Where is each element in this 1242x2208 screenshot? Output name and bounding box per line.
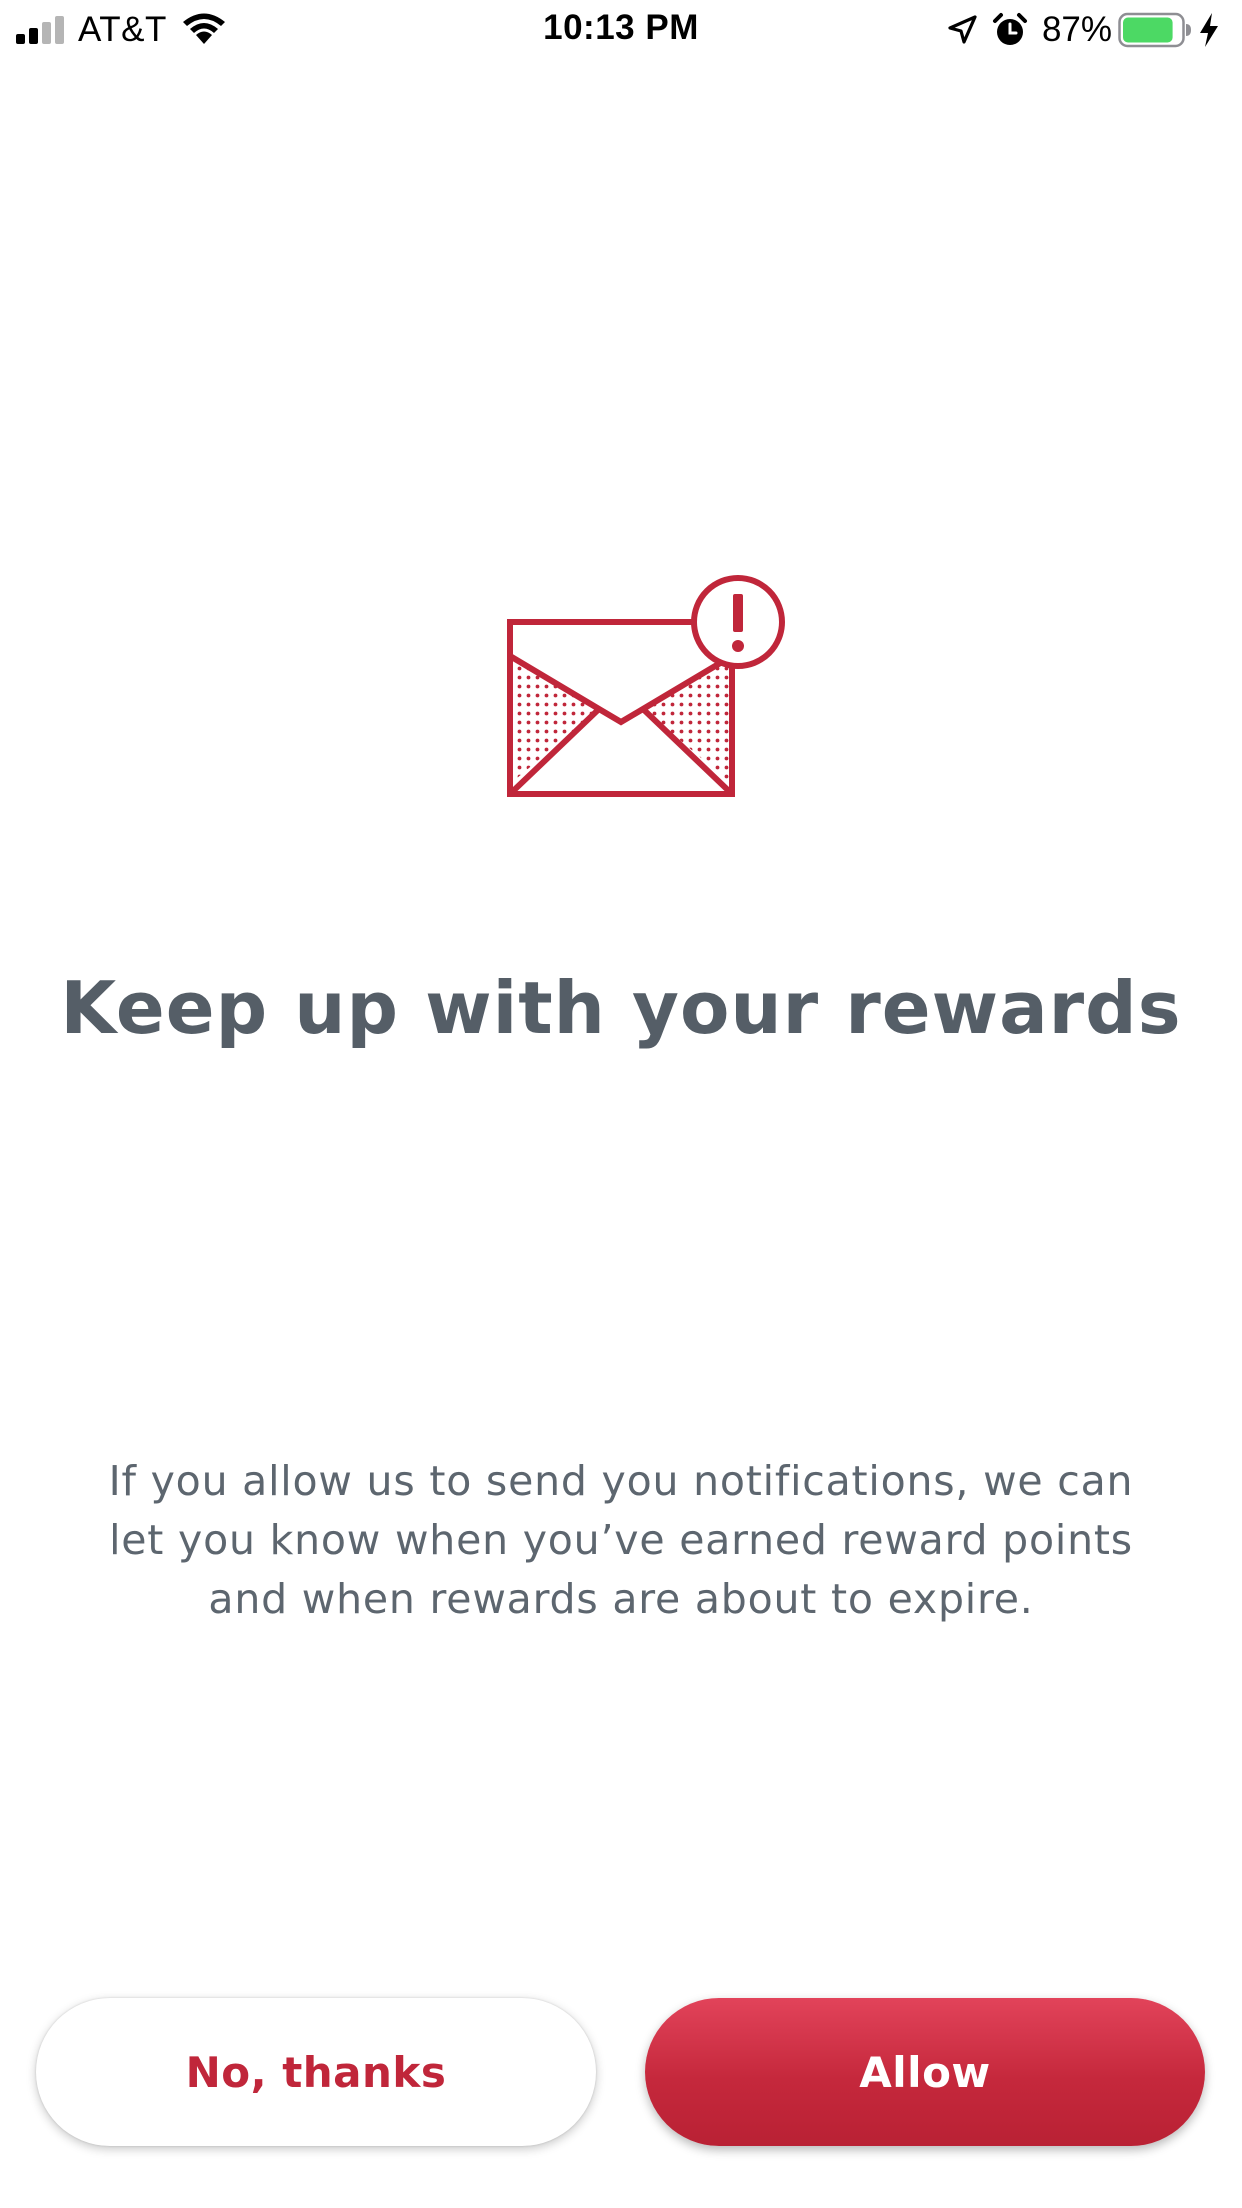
description-line-3: and when rewards are about to expire. [208, 1575, 1034, 1623]
alarm-icon [992, 13, 1027, 45]
charging-icon [1200, 13, 1218, 47]
battery-icon [1118, 12, 1191, 48]
battery-percentage: 87% [1041, 10, 1112, 49]
allow-button-label: Allow [859, 2047, 991, 2097]
status-bar: AT&T 10:13 PM 87% [0, 0, 1242, 60]
allow-button[interactable]: Allow [645, 1998, 1205, 2146]
no-thanks-button[interactable]: No, thanks [36, 1998, 596, 2146]
description-line-1: If you allow us to send you notification… [108, 1457, 1134, 1505]
envelope-alert-icon [506, 574, 790, 806]
notification-description: If you allow us to send you notification… [81, 1452, 1161, 1629]
status-bar-right: 87% [946, 10, 1220, 50]
location-icon [948, 15, 977, 44]
description-line-2: let you know when you’ve earned reward p… [109, 1516, 1133, 1564]
envelope-alert-graphic [507, 575, 785, 797]
page-title: Keep up with your rewards [60, 966, 1182, 1050]
no-thanks-button-label: No, thanks [185, 2047, 447, 2097]
